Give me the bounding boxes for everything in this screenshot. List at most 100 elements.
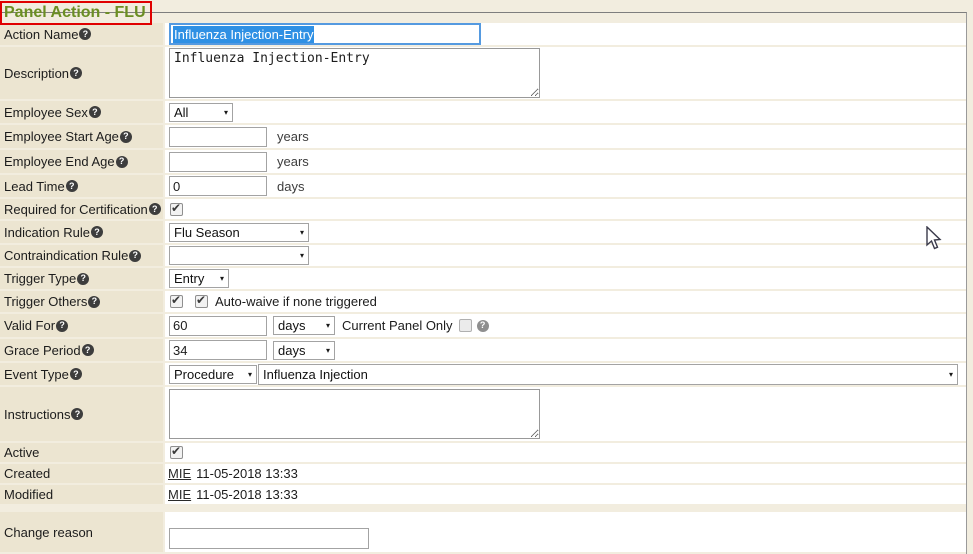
indication-rule-label-cell: Indication Rule ? — [0, 221, 163, 243]
help-icon[interactable]: ? — [88, 296, 100, 308]
employee-start-age-value-cell: years — [165, 125, 966, 148]
indication-rule-selected: Flu Season — [174, 225, 240, 240]
help-icon[interactable]: ? — [120, 131, 132, 143]
event-select[interactable]: Influenza Injection ▾ — [258, 364, 958, 385]
active-label: Active — [4, 445, 39, 460]
chevron-down-icon: ▾ — [300, 228, 304, 237]
description-label-cell: Description ? — [0, 47, 163, 99]
employee-end-age-label: Employee End Age — [4, 154, 115, 169]
event-type-select[interactable]: Procedure ▾ — [169, 365, 257, 384]
active-checkbox[interactable] — [170, 446, 183, 459]
employee-start-age-label-cell: Employee Start Age ? — [0, 125, 163, 148]
change-reason-label: Change reason — [4, 525, 93, 540]
contraindication-rule-label: Contraindication Rule — [4, 248, 128, 263]
change-reason-input[interactable] — [169, 528, 369, 549]
lead-time-input[interactable] — [169, 176, 267, 196]
help-icon[interactable]: ? — [477, 320, 489, 332]
employee-end-age-value-cell: years — [165, 150, 966, 173]
created-timestamp: 11-05-2018 13:33 — [196, 466, 298, 481]
page-title: Panel Action - FLU — [0, 1, 152, 25]
employee-sex-select[interactable]: All ▾ — [169, 103, 233, 122]
trigger-type-value-cell: Entry ▾ — [165, 268, 966, 289]
employee-end-age-label-cell: Employee End Age ? — [0, 150, 163, 173]
required-cert-value-cell — [165, 199, 966, 219]
help-icon[interactable]: ? — [70, 368, 82, 380]
help-icon[interactable]: ? — [129, 250, 141, 262]
grace-period-label: Grace Period — [4, 343, 81, 358]
trigger-others-checkbox[interactable] — [170, 295, 183, 308]
employee-sex-label-cell: Employee Sex ? — [0, 101, 163, 123]
created-user-link[interactable]: MIE — [168, 466, 191, 481]
employee-end-age-unit: years — [277, 154, 309, 169]
active-label-cell: Active — [0, 443, 163, 462]
employee-sex-value-cell: All ▾ — [165, 101, 966, 123]
help-icon[interactable]: ? — [71, 408, 83, 420]
trigger-type-selected: Entry — [174, 271, 204, 286]
panel-action-fieldset: Panel Action - FLU Action Name ? Influen… — [0, 12, 967, 554]
help-icon[interactable]: ? — [149, 203, 161, 215]
lead-time-label: Lead Time — [4, 179, 65, 194]
created-label-cell: Created — [0, 464, 163, 483]
trigger-others-label: Trigger Others — [4, 294, 87, 309]
chevron-down-icon: ▾ — [248, 370, 252, 379]
modified-label: Modified — [4, 487, 53, 502]
valid-for-unit-select[interactable]: days ▾ — [273, 316, 335, 335]
help-icon[interactable]: ? — [70, 67, 82, 79]
required-cert-checkbox[interactable] — [170, 203, 183, 216]
valid-for-unit-selected: days — [278, 318, 305, 333]
trigger-type-select[interactable]: Entry ▾ — [169, 269, 229, 288]
lead-time-value-cell: days — [165, 175, 966, 197]
modified-user-link[interactable]: MIE — [168, 487, 191, 502]
trigger-type-label-cell: Trigger Type ? — [0, 268, 163, 289]
chevron-down-icon: ▾ — [326, 321, 330, 330]
valid-for-input[interactable] — [169, 316, 267, 336]
created-value-cell: MIE 11-05-2018 13:33 — [165, 464, 966, 483]
grace-period-unit-select[interactable]: days ▾ — [273, 341, 335, 360]
modified-value-cell: MIE 11-05-2018 13:33 — [165, 485, 966, 504]
help-icon[interactable]: ? — [77, 273, 89, 285]
action-name-value-cell: Influenza Injection-Entry — [165, 23, 966, 45]
instructions-value-cell — [165, 387, 966, 441]
chevron-down-icon: ▾ — [300, 251, 304, 260]
indication-rule-select[interactable]: Flu Season ▾ — [169, 223, 309, 242]
help-icon[interactable]: ? — [116, 156, 128, 168]
action-name-input[interactable]: Influenza Injection-Entry — [169, 23, 481, 45]
event-type-label-cell: Event Type ? — [0, 363, 163, 385]
required-cert-label-cell: Required for Certification ? — [0, 199, 163, 219]
description-textarea[interactable]: Influenza Injection-Entry — [169, 48, 540, 98]
valid-for-label: Valid For — [4, 318, 55, 333]
help-icon[interactable]: ? — [91, 226, 103, 238]
modified-label-cell: Modified — [0, 485, 163, 504]
lead-time-label-cell: Lead Time ? — [0, 175, 163, 197]
event-selected: Influenza Injection — [263, 367, 368, 382]
indication-rule-label: Indication Rule — [4, 225, 90, 240]
event-type-selected: Procedure — [174, 367, 234, 382]
contraindication-rule-label-cell: Contraindication Rule ? — [0, 245, 163, 266]
current-panel-only-checkbox[interactable] — [459, 319, 472, 332]
help-icon[interactable]: ? — [82, 344, 94, 356]
change-reason-value-cell — [165, 512, 966, 552]
indication-rule-value-cell: Flu Season ▾ — [165, 221, 966, 243]
help-icon[interactable]: ? — [89, 106, 101, 118]
grace-period-unit-selected: days — [278, 343, 305, 358]
help-icon[interactable]: ? — [79, 28, 91, 40]
instructions-textarea[interactable] — [169, 389, 540, 439]
event-type-label: Event Type — [4, 367, 69, 382]
contraindication-rule-select[interactable]: ▾ — [169, 246, 309, 265]
grace-period-label-cell: Grace Period ? — [0, 339, 163, 361]
help-icon[interactable]: ? — [56, 320, 68, 332]
employee-start-age-input[interactable] — [169, 127, 267, 147]
chevron-down-icon: ▾ — [949, 370, 953, 379]
employee-end-age-input[interactable] — [169, 152, 267, 172]
auto-waive-checkbox[interactable] — [195, 295, 208, 308]
lead-time-unit: days — [277, 179, 304, 194]
trigger-others-value-cell: Auto-waive if none triggered — [165, 291, 966, 312]
help-icon[interactable]: ? — [66, 180, 78, 192]
chevron-down-icon: ▾ — [326, 346, 330, 355]
trigger-others-label-cell: Trigger Others ? — [0, 291, 163, 312]
grace-period-input[interactable] — [169, 340, 267, 360]
trigger-type-label: Trigger Type — [4, 271, 76, 286]
created-label: Created — [4, 466, 50, 481]
employee-start-age-label: Employee Start Age — [4, 129, 119, 144]
panel-action-form: Action Name ? Influenza Injection-Entry … — [0, 23, 966, 552]
